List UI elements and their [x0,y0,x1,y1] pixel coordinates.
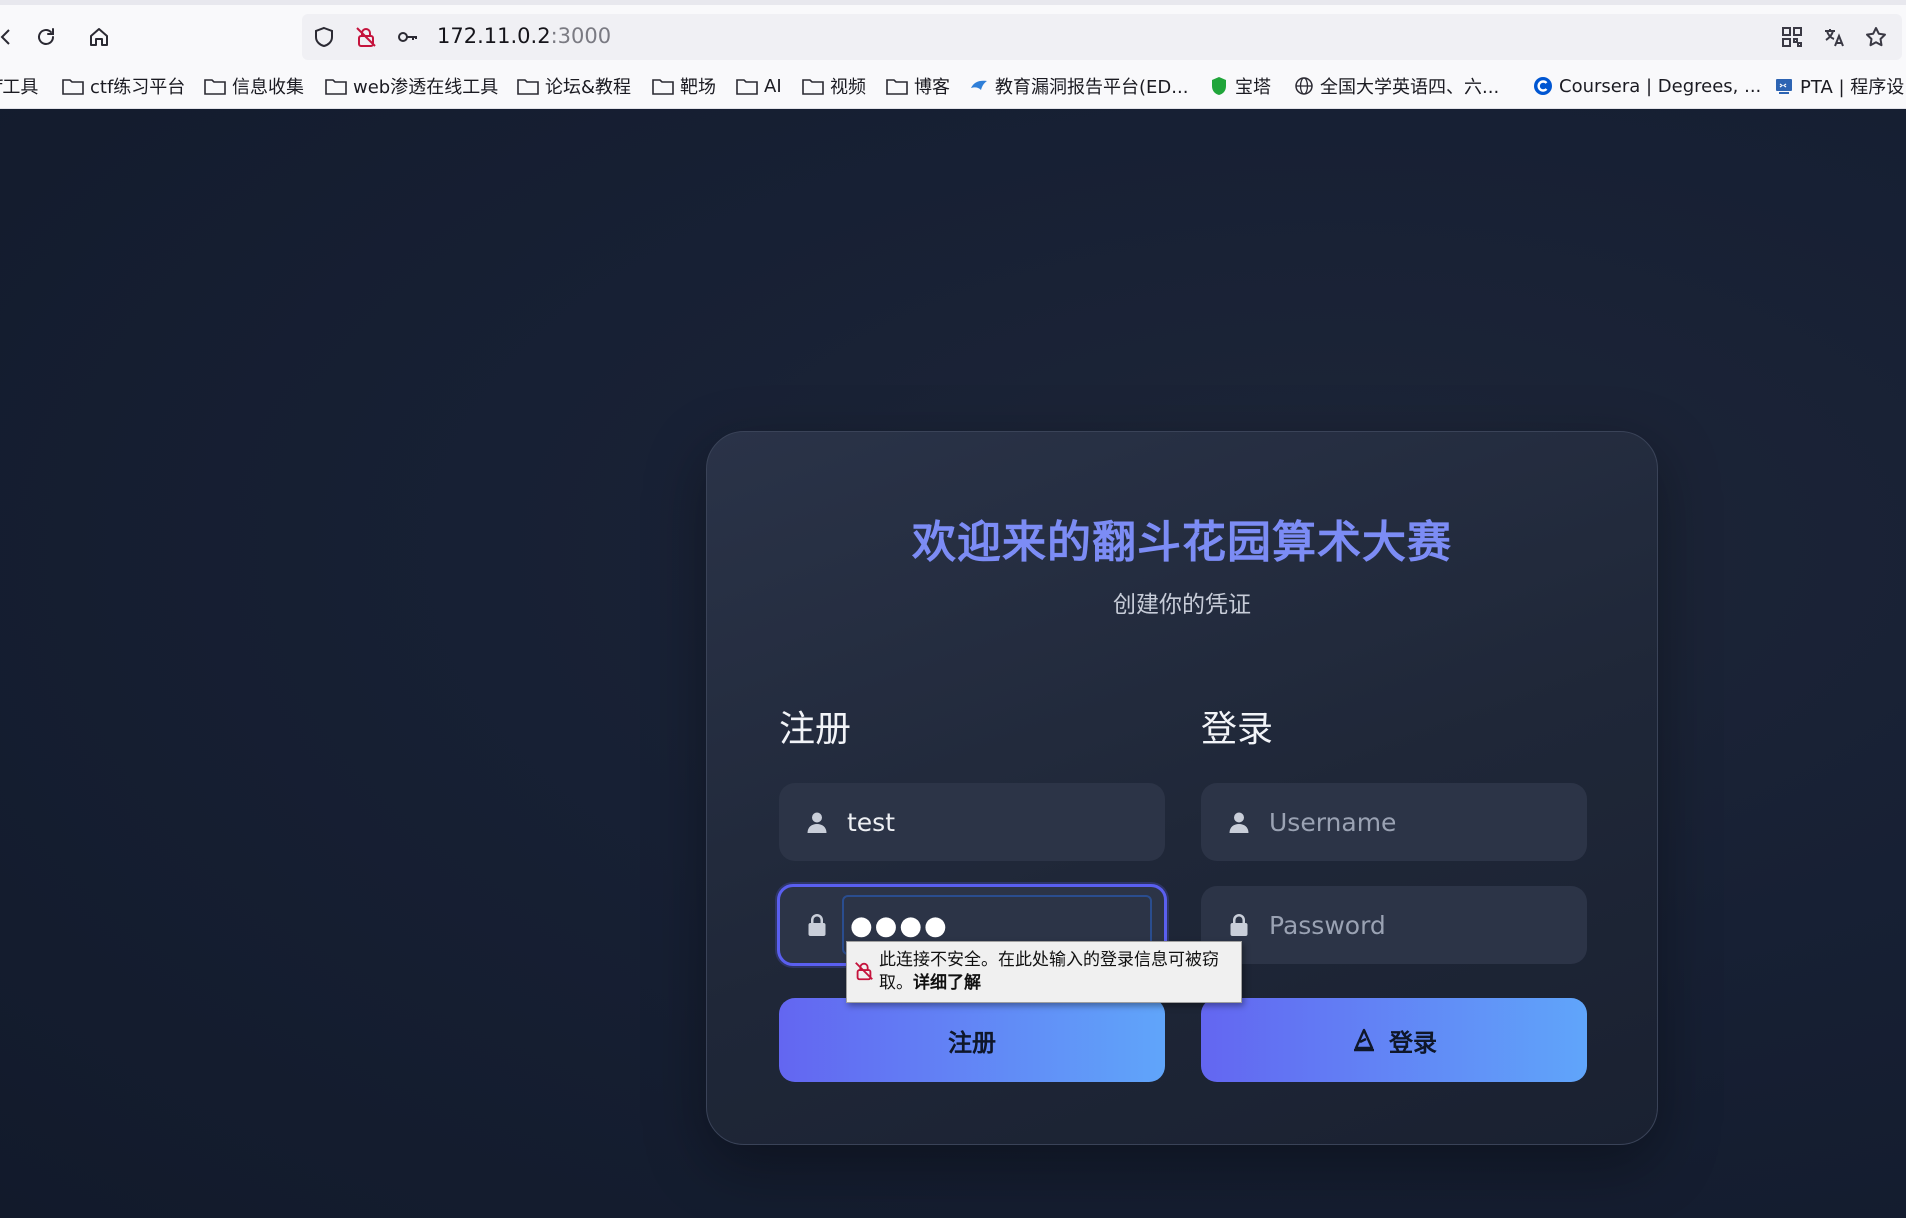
folder-icon [517,79,539,95]
home-icon[interactable] [85,23,113,51]
register-button-label: 注册 [948,1028,996,1057]
folder-icon [802,79,824,95]
bookmark-item[interactable]: 全国大学英语四、六... [1294,73,1499,99]
bookmark-item[interactable]: AI [736,73,782,99]
login-heading: 登录 [1201,709,1274,750]
coursera-icon [1534,77,1552,95]
bookmark-item[interactable]: web渗透在线工具 [325,73,498,99]
bookmark-item[interactable]: 靶场 [652,73,716,99]
bookmark-label: ctf练习平台 [90,77,186,98]
globe-icon [1295,77,1313,95]
login-username-field[interactable] [1201,783,1587,861]
bookmark-label: 全国大学英语四、六... [1320,77,1500,98]
bookmark-label: 视频 [830,77,866,98]
page-title: 欢迎来的翻斗花园算术大赛 [912,517,1452,568]
bookmark-item[interactable]: Coursera | Degrees, ... [1533,73,1761,99]
page-subtitle: 创建你的凭证 [1113,592,1251,618]
register-username-field[interactable] [779,783,1165,861]
bookmark-item[interactable]: 视频 [802,73,866,99]
bookmark-label: 教育漏洞报告平台(ED... [995,77,1189,98]
auth-card: 欢迎来的翻斗花园算术大赛 创建你的凭证 注册 ●●●● 注册 登录 [706,431,1658,1145]
bookmark-label: f工具 [0,77,39,98]
wizard-hat-icon [1351,1027,1377,1053]
page-background: 欢迎来的翻斗花园算术大赛 创建你的凭证 注册 ●●●● 注册 登录 [0,109,1906,1218]
bookmark-item[interactable]: f工具 [0,73,38,99]
url-text[interactable]: 172.11.0.2:3000 [437,24,611,48]
edu-src-icon [971,80,987,90]
tracking-protection-shield-icon[interactable] [312,25,336,49]
bookmarks-bar: f工具 ctf练习平台 信息收集 web渗透在线工具 论坛&教程 靶场 AI 视… [0,61,1906,109]
bookmark-label: 靶场 [680,77,716,98]
url-port: :3000 [550,24,612,48]
folder-icon [325,79,347,95]
baota-icon [1212,77,1226,95]
bookmark-item[interactable]: 信息收集 [204,73,304,99]
qr-code-icon[interactable] [1778,25,1806,49]
bookmark-item[interactable]: 论坛&教程 [517,73,631,99]
register-username-input[interactable] [847,797,1147,847]
user-icon [1227,810,1251,834]
translate-icon[interactable] [1820,25,1848,49]
folder-icon [736,79,758,95]
register-button[interactable]: 注册 [779,998,1165,1082]
bookmark-label: AI [764,75,782,97]
url-host: 172.11.0.2 [437,24,551,48]
url-bar[interactable]: 172.11.0.2:3000 [302,14,1902,60]
back-icon[interactable] [0,23,20,51]
register-heading: 注册 [779,709,852,750]
bookmark-label: 宝塔 [1235,77,1271,98]
login-password-field[interactable] [1201,886,1587,964]
insecure-login-tooltip: 此连接不安全。在此处输入的登录信息可被窃取。详细了解 [846,941,1242,1003]
bookmark-item[interactable]: ctf练习平台 [62,73,185,99]
pta-icon [1776,79,1792,94]
login-password-input[interactable] [1269,900,1569,950]
user-icon [805,810,829,834]
insecure-lock-icon[interactable] [354,25,378,49]
folder-icon [886,79,908,95]
bookmark-item[interactable]: 博客 [886,73,950,99]
bookmark-label: PTA | 程序设 [1800,77,1905,98]
bookmark-label: Coursera | Degrees, ... [1559,75,1762,97]
folder-icon [204,79,226,95]
folder-icon [62,79,84,95]
bookmark-label: 博客 [914,77,950,98]
bookmark-item[interactable]: 教育漏洞报告平台(ED... [969,73,1188,99]
learn-more-link[interactable]: 详细了解 [913,973,981,993]
browser-toolbar: 172.11.0.2:3000 [0,0,1906,61]
bookmark-item[interactable]: PTA | 程序设 [1774,73,1904,99]
login-button[interactable]: 登录 [1201,998,1587,1082]
lock-icon [805,913,829,937]
reload-icon[interactable] [32,23,60,51]
bookmark-item[interactable]: 宝塔 [1209,73,1271,99]
lock-icon [1227,913,1251,937]
login-username-input[interactable] [1269,797,1569,847]
register-password-input[interactable]: ●●●● [850,911,949,941]
key-icon[interactable] [396,25,420,49]
bookmark-label: 信息收集 [232,77,304,98]
bookmark-label: 论坛&教程 [545,77,632,98]
bookmark-label: web渗透在线工具 [353,77,499,98]
login-button-label: 登录 [1389,1028,1437,1057]
bookmark-star-icon[interactable] [1862,25,1890,49]
folder-icon [652,79,674,95]
insecure-lock-icon [853,960,875,982]
